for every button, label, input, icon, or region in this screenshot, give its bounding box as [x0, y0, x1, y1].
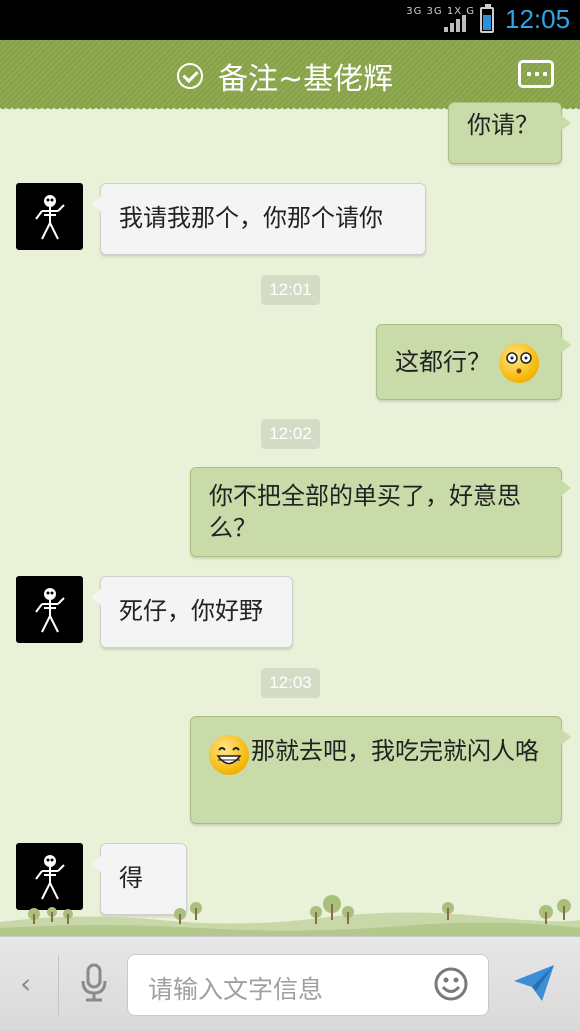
divider — [58, 955, 59, 1015]
status-bar: 3G 3G 1X G 12:05 — [0, 0, 580, 40]
message-input-placeholder: 请输入文字信息 — [148, 975, 324, 1004]
skeleton-avatar-icon — [35, 195, 65, 240]
message-bubble-outgoing[interactable]: 你不把全部的单买了，好意思么？ — [190, 467, 571, 557]
chevron-left-icon[interactable]: ‹ — [20, 967, 31, 1000]
message-bubble-incoming[interactable]: 死仔，你好野 — [91, 576, 293, 648]
input-bar: ‹ 请输入文字信息 — [0, 936, 580, 1031]
send-icon[interactable] — [512, 963, 556, 1007]
message-text: 你请？ — [467, 111, 539, 139]
signal-strength-icon — [444, 12, 468, 32]
message-input[interactable]: 请输入文字信息 — [127, 954, 489, 1016]
status-clock: 12:05 — [505, 4, 571, 34]
message-bubble-outgoing[interactable]: 这都行？ — [376, 324, 571, 400]
avatar[interactable] — [16, 183, 83, 250]
microphone-icon[interactable] — [78, 963, 110, 1007]
battery-icon — [480, 4, 494, 33]
message-text: 那就去吧，我吃完就闪人咯 — [251, 737, 539, 765]
message-text: 死仔，你好野 — [119, 597, 263, 625]
skeleton-avatar-icon — [35, 588, 65, 633]
landscape-decoration — [0, 892, 580, 936]
message-text: 得 — [119, 864, 143, 892]
message-text: 这都行？ — [395, 348, 491, 376]
message-bubble-outgoing[interactable]: 那就去吧，我吃完就闪人咯 — [190, 716, 571, 824]
message-bubble-incoming[interactable]: 我请我那个，你那个请你 — [91, 183, 426, 255]
timestamp: 12:03 — [261, 668, 320, 698]
chat-title: 备注~基佬辉 — [218, 62, 394, 97]
message-text: 你不把全部的单买了，好意思么？ — [209, 482, 521, 542]
message-text: 我请我那个，你那个请你 — [119, 204, 383, 232]
chat-header: 备注~基佬辉 — [0, 40, 580, 112]
timestamp: 12:02 — [261, 419, 320, 449]
message-list[interactable]: 你请？ 我请我那个，你那个请你 12:01 这都行？ 12:02 你不把全部的单… — [0, 102, 580, 932]
message-bubble-outgoing[interactable]: 你请？ — [448, 102, 571, 164]
grin-face-emoji-icon — [209, 735, 249, 775]
timestamp: 12:01 — [261, 275, 320, 305]
smiley-icon[interactable] — [434, 967, 468, 1005]
more-button[interactable] — [518, 60, 554, 88]
avatar[interactable] — [16, 576, 83, 643]
check-circle-icon — [177, 63, 203, 89]
dizzy-face-emoji-icon — [498, 343, 539, 383]
